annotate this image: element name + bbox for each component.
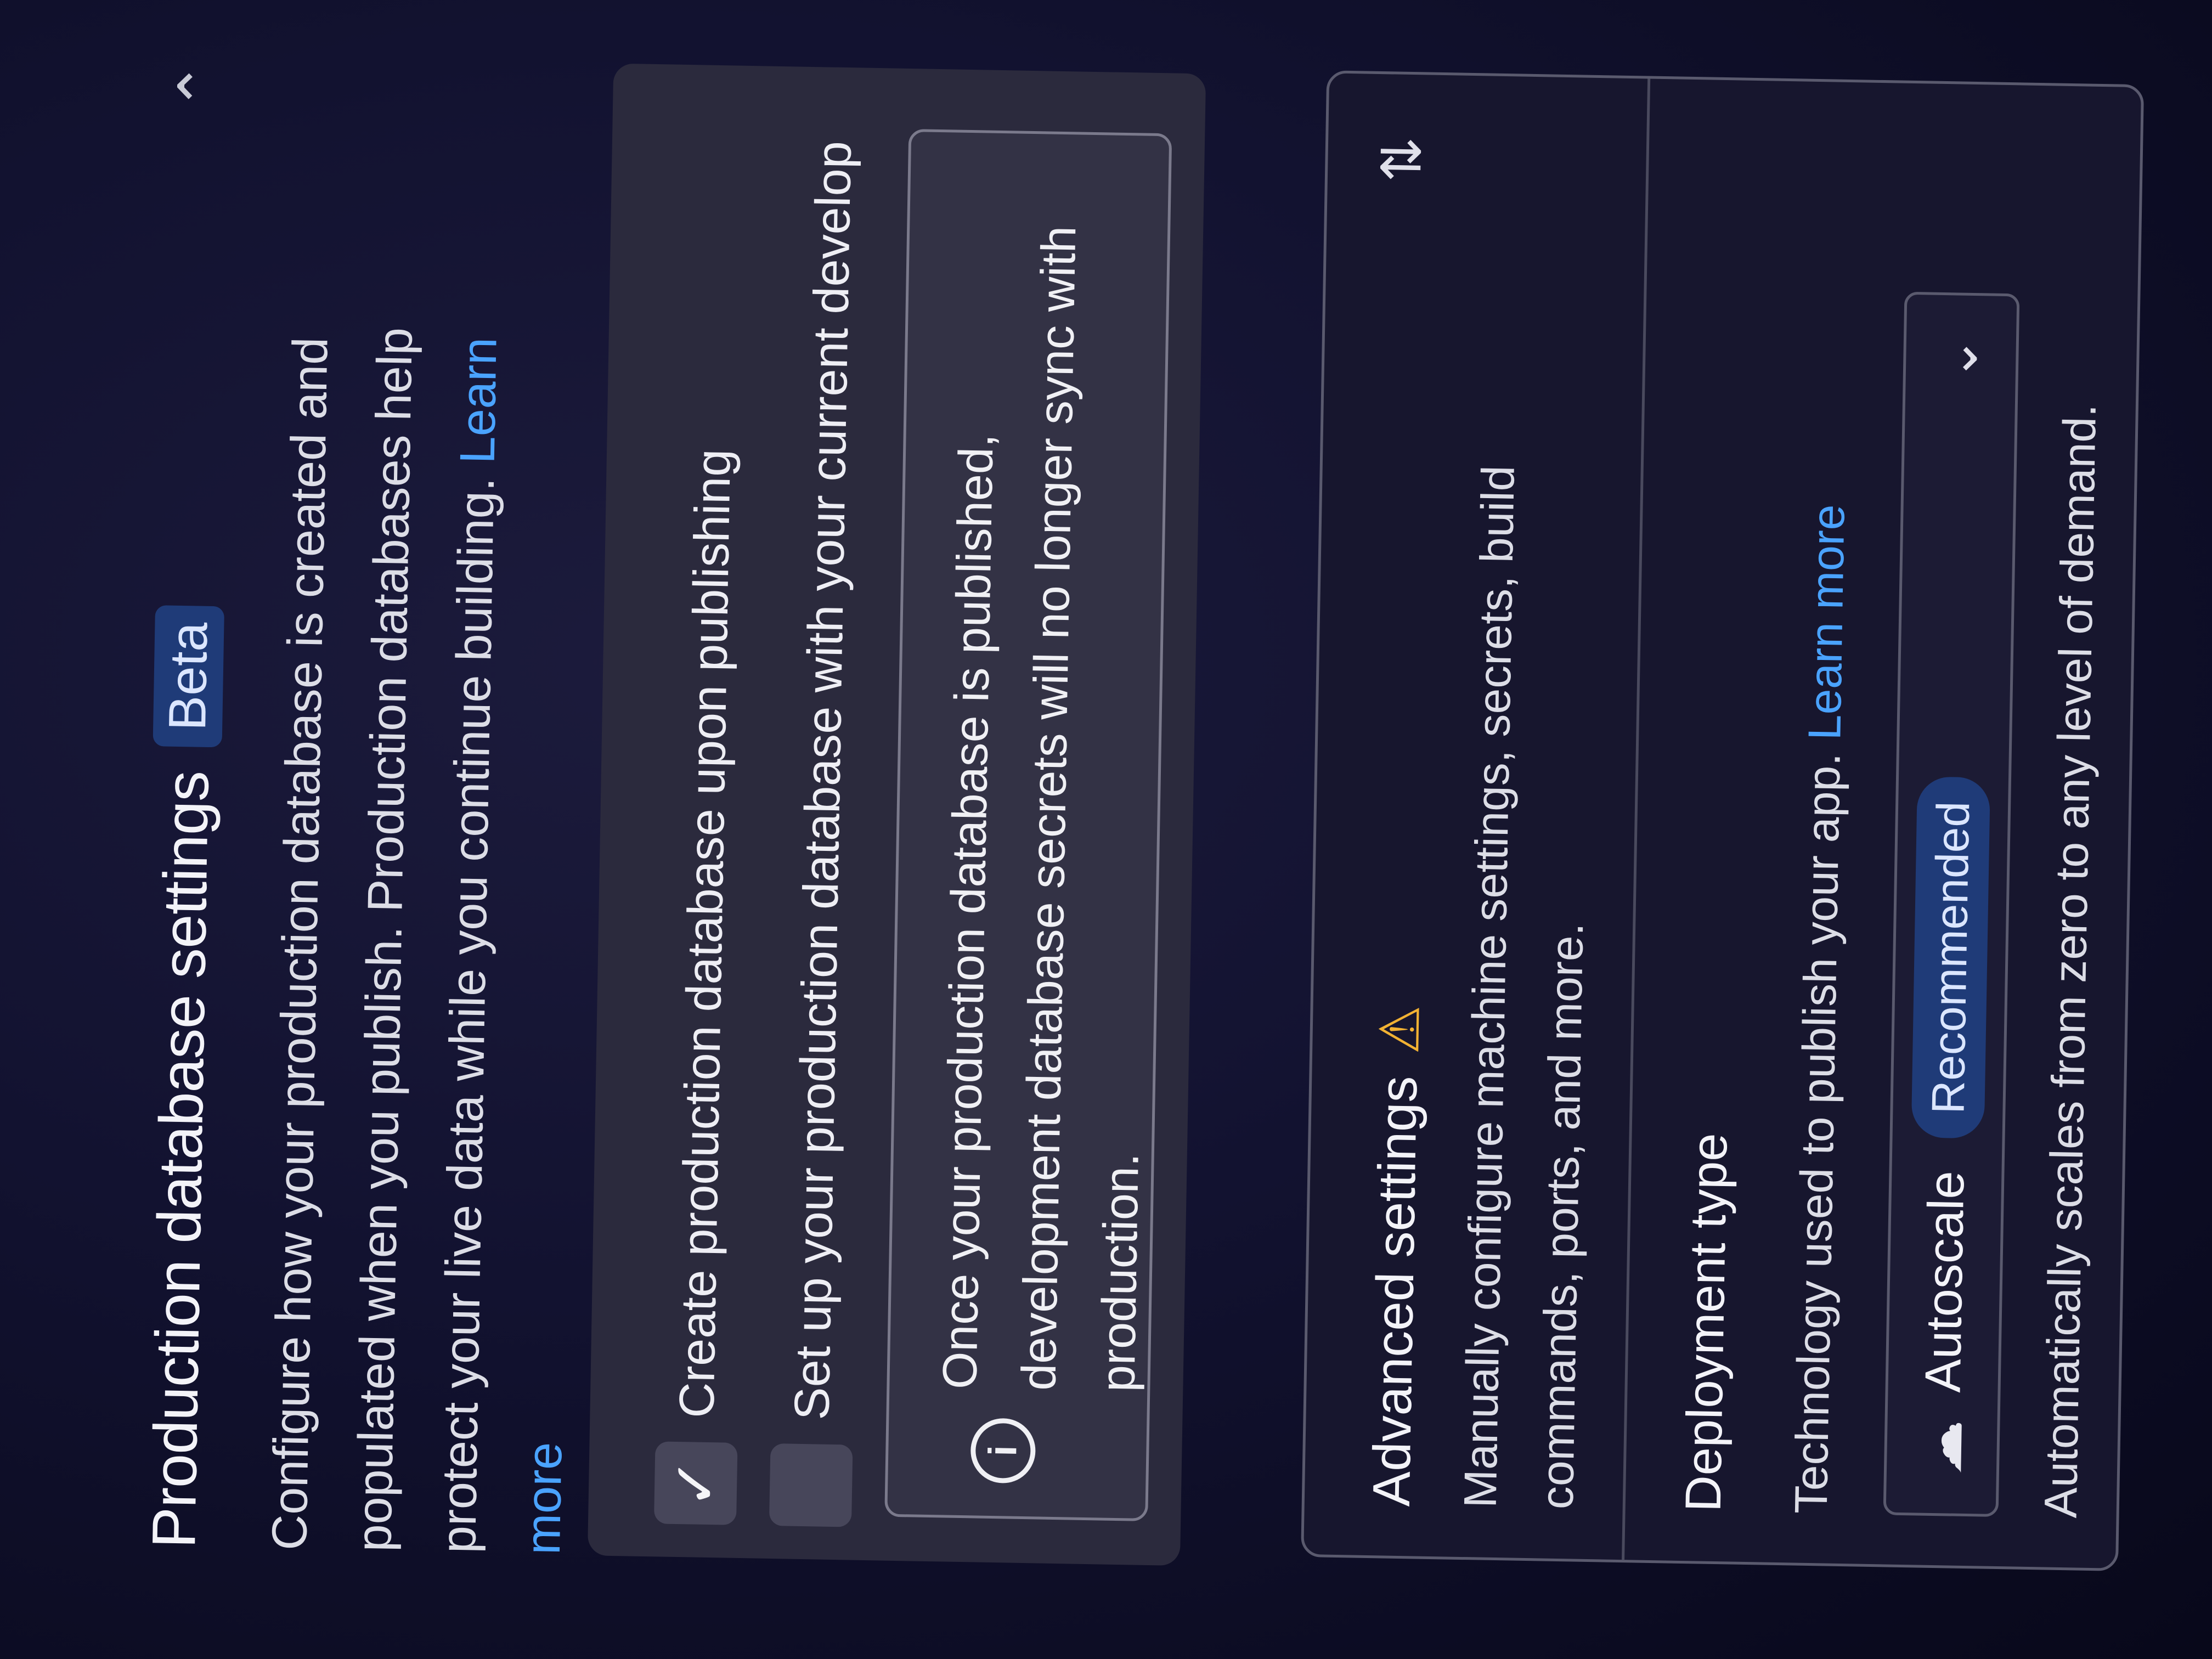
create-on-publish-checkbox[interactable]: ✓ — [653, 1441, 738, 1525]
setup-with-dev-option[interactable]: Set up your production database with you… — [769, 140, 876, 1527]
deployment-type-selected-description: Automatically scales from zero to any le… — [2034, 403, 2106, 1519]
collapse-icon[interactable]: ⇅ — [1371, 129, 1433, 190]
deployment-type-text: Technology used to publish your app. — [1785, 752, 1850, 1514]
page-title: Production database settings — [139, 770, 222, 1549]
info-icon: i — [970, 1418, 1036, 1484]
settings-card: Advanced settings ⚠ Manually configure m… — [1301, 70, 2145, 1571]
deployment-type-value: Autoscale — [1914, 1170, 1975, 1393]
advanced-settings-description: Manually configure machine settings, sec… — [1454, 465, 1593, 1510]
deployment-type-section: Deployment type Technology used to publi… — [1624, 79, 2133, 1568]
intro-text: Configure how your production database i… — [262, 327, 505, 1554]
deployment-learn-more-link[interactable]: Learn more — [1798, 504, 1854, 741]
deployment-type-title: Deployment type — [1675, 1132, 1738, 1513]
warning-icon: ⚠ — [1369, 1004, 1431, 1055]
sync-notice: i Once your production database is publi… — [884, 129, 1172, 1522]
create-on-publish-label: Create production database upon publishi… — [669, 448, 741, 1419]
panel-header: Production database settings Beta ⌃ — [132, 55, 240, 1549]
create-on-publish-option[interactable]: ✓ Create production database upon publis… — [653, 448, 755, 1525]
deployment-type-select[interactable]: ☁ Autoscale Recommended ⌄ — [1883, 291, 2020, 1517]
production-database-settings-panel: Production database settings Beta ⌃ Conf… — [110, 22, 2212, 1616]
deployment-type-description: Technology used to publish your app. Lea… — [1785, 504, 1855, 1514]
cloud-icon: ☁ — [1911, 1419, 1974, 1476]
intro-description: Configure how your production database i… — [247, 288, 607, 1555]
advanced-settings-heading: Advanced settings ⚠ — [1359, 1005, 1432, 1507]
advanced-settings-title: Advanced settings — [1362, 1075, 1428, 1507]
sync-notice-text: Once your production database is publish… — [932, 225, 1149, 1392]
setup-with-dev-checkbox[interactable] — [769, 1443, 853, 1527]
advanced-settings-section[interactable]: Advanced settings ⚠ Manually configure m… — [1304, 73, 1651, 1560]
beta-badge: Beta — [153, 605, 225, 748]
database-options-card: ✓ Create production database upon publis… — [587, 63, 1206, 1566]
screen: Production database settings Beta ⌃ Conf… — [0, 0, 2212, 1659]
setup-with-dev-label: Set up your production database with you… — [784, 140, 862, 1421]
chevron-up-icon[interactable]: ⌃ — [167, 56, 235, 117]
chevron-down-icon[interactable]: ⌄ — [1927, 328, 1989, 390]
recommended-badge: Recommended — [1911, 776, 1990, 1139]
